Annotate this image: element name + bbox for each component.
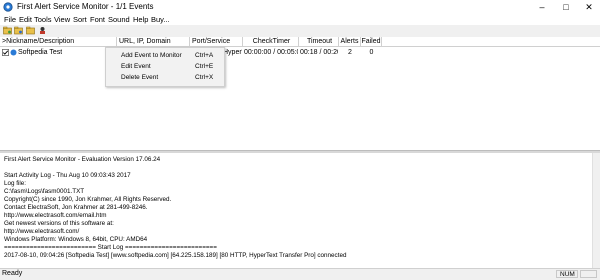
ctx-delete-event-label: Delete Event <box>121 74 159 81</box>
menu-file[interactable]: File <box>4 15 16 24</box>
log-line: Start Activity Log - Thu Aug 10 09:03:43… <box>4 172 131 179</box>
menu-sound[interactable]: Sound <box>108 15 130 24</box>
row-failed: 0 <box>369 49 374 56</box>
status-dot-icon <box>10 49 17 56</box>
num-lock-indicator: NUM <box>556 270 578 278</box>
row-checkbox[interactable] <box>2 49 9 56</box>
col-filler <box>382 37 600 47</box>
col-failed[interactable]: Failed <box>361 37 382 47</box>
col-port[interactable]: Port/Service <box>190 37 243 47</box>
log-line: http://www.electrasoft.com/ <box>4 228 80 235</box>
menu-view[interactable]: View <box>54 15 70 24</box>
minimize-icon[interactable]: – <box>531 0 553 14</box>
ctx-edit-event[interactable]: Edit Event Ctrl+E <box>106 62 224 73</box>
new-event-icon[interactable] <box>3 26 12 35</box>
menu-sort[interactable]: Sort <box>73 15 87 24</box>
event-list: >Nickname/Description URL, IP, Domain Po… <box>0 37 600 150</box>
col-alerts[interactable]: Alerts <box>339 37 361 47</box>
maximize-icon[interactable]: □ <box>555 0 577 14</box>
menu-help[interactable]: Help <box>133 15 148 24</box>
app-icon <box>3 2 13 12</box>
ctx-edit-event-label: Edit Event <box>121 63 151 70</box>
ctx-delete-event[interactable]: Delete Event Ctrl+X <box>106 73 224 84</box>
log-line: Windows Platform: Windows 8, 64bit, CPU:… <box>4 236 148 243</box>
ctx-add-event-label: Add Event to Monitor <box>121 52 182 59</box>
monitor-icon[interactable] <box>38 26 47 35</box>
open-event-icon[interactable] <box>14 26 23 35</box>
ctx-delete-event-shortcut: Ctrl+X <box>195 74 214 81</box>
col-nickname[interactable]: >Nickname/Description <box>0 37 117 47</box>
log-line: Copyright(C) since 1990, Jon Krahmer, Al… <box>4 196 172 203</box>
log-scrollbar[interactable] <box>592 153 600 268</box>
activity-log: First Alert Service Monitor - Evaluation… <box>0 153 600 268</box>
log-line: Contact ElectraSoft, Jon Krahmer at 281-… <box>4 204 148 211</box>
status-bar: Ready NUM <box>0 268 600 280</box>
log-line: ========================= Start Log ====… <box>4 244 217 251</box>
menu-font[interactable]: Font <box>90 15 105 24</box>
menu-tools[interactable]: Tools <box>34 15 52 24</box>
menu-edit[interactable]: Edit <box>19 15 32 24</box>
ctx-edit-event-shortcut: Ctrl+E <box>195 63 214 70</box>
log-line: Log file: <box>4 180 27 187</box>
menu-buy[interactable]: Buy... <box>151 15 170 24</box>
log-line: Get newest versions of this software at: <box>4 220 114 227</box>
row-alerts: 2 <box>348 49 352 56</box>
close-icon[interactable]: ✕ <box>578 0 600 14</box>
col-checktimer[interactable]: CheckTimer <box>243 37 299 47</box>
log-line: First Alert Service Monitor - Evaluation… <box>4 156 161 163</box>
window-title: First Alert Service Monitor - 1/1 Events <box>17 2 154 11</box>
col-url[interactable]: URL, IP, Domain <box>117 37 190 47</box>
row-nickname: Softpedia Test <box>18 49 63 56</box>
row-checktimer: 00:00:00 / 00:05:00 <box>244 49 298 56</box>
title-bar: First Alert Service Monitor - 1/1 Events… <box>0 0 600 15</box>
context-menu: Add Event to Monitor Ctrl+A Edit Event C… <box>105 47 225 87</box>
ctx-add-event-shortcut: Ctrl+A <box>195 52 214 59</box>
status-text: Ready <box>2 270 23 277</box>
row-timeout: 00:18 / 00:20 <box>300 49 338 56</box>
folder-icon[interactable] <box>26 26 35 35</box>
col-timeout[interactable]: Timeout <box>299 37 339 47</box>
log-line: http://www.electrasoft.com/email.htm <box>4 212 107 219</box>
ctx-add-event[interactable]: Add Event to Monitor Ctrl+A <box>106 51 224 62</box>
status-panel-empty <box>580 270 597 278</box>
menu-bar: File Edit Tools View Sort Font Sound Hel… <box>0 14 600 25</box>
log-line: C:\fasm\Logs\fasm0001.TXT <box>4 188 85 195</box>
log-line: 2017-08-10, 09:04:26 [Softpedia Test] [w… <box>4 252 347 259</box>
